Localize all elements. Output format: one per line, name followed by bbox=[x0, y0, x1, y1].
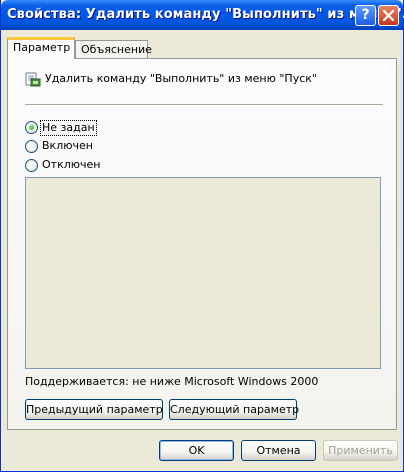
tab-explanation[interactable]: Объяснение bbox=[75, 40, 152, 59]
radio-enabled[interactable] bbox=[25, 140, 38, 153]
policy-name: Удалить команду "Выполнить" из меню "Пус… bbox=[45, 72, 317, 85]
supported-on-text: Поддерживается: не ниже Microsoft Window… bbox=[25, 375, 319, 388]
properties-dialog: Свойства: Удалить команду "Выполнить" из… bbox=[0, 0, 404, 472]
option-label: Включен bbox=[42, 139, 93, 152]
tab-parameter[interactable]: Параметр bbox=[7, 37, 75, 59]
previous-setting-button[interactable]: Предыдущий параметр bbox=[25, 399, 163, 420]
next-setting-button[interactable]: Следующий параметр bbox=[169, 399, 299, 420]
close-icon bbox=[383, 10, 394, 21]
parameter-panel: Удалить команду "Выполнить" из меню "Пус… bbox=[7, 58, 397, 430]
option-label: Отключен bbox=[42, 158, 101, 171]
option-label: Не задан bbox=[40, 120, 97, 136]
separator bbox=[25, 104, 383, 106]
radio-selected-dot bbox=[29, 125, 34, 130]
close-button[interactable] bbox=[378, 5, 399, 26]
options-area bbox=[25, 177, 381, 369]
radio-disabled[interactable] bbox=[25, 159, 38, 172]
apply-button[interactable]: Применить bbox=[323, 440, 398, 461]
help-button[interactable]: ? bbox=[355, 5, 376, 26]
title-bar[interactable]: Свойства: Удалить команду "Выполнить" из… bbox=[1, 0, 404, 30]
help-icon: ? bbox=[361, 7, 370, 23]
window-title: Свойства: Удалить команду "Выполнить" из… bbox=[7, 7, 404, 22]
radio-not-configured[interactable] bbox=[25, 121, 38, 134]
cancel-button[interactable]: Отмена bbox=[241, 440, 316, 461]
ok-button[interactable]: OK bbox=[159, 440, 234, 461]
policy-setting-icon bbox=[25, 72, 41, 87]
